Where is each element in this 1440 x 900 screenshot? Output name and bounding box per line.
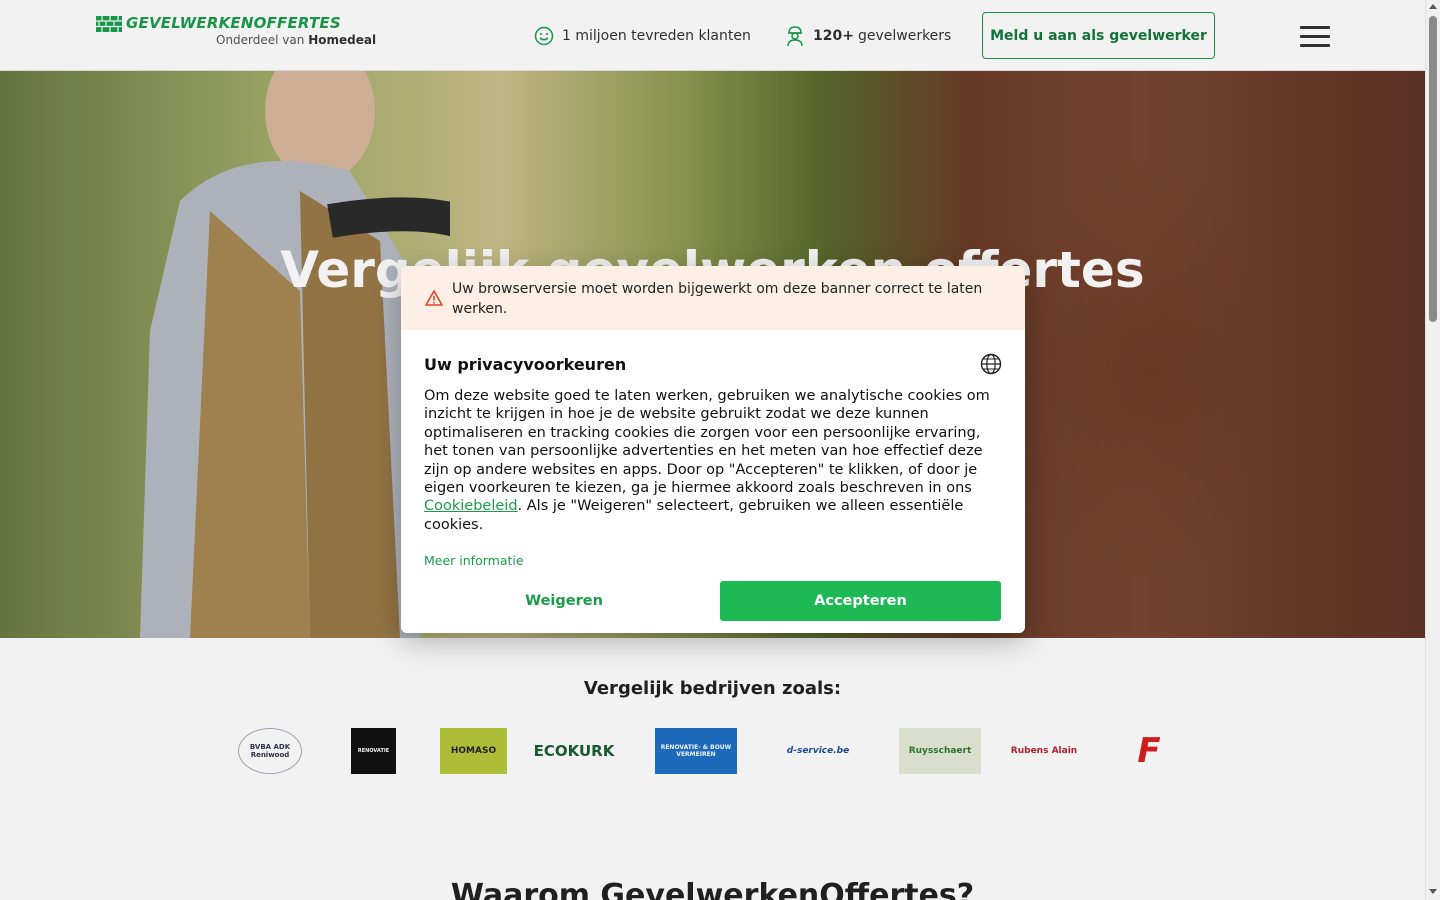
scroll-up-arrow-icon[interactable] — [1429, 4, 1437, 9]
privacy-title: Uw privacyvoorkeuren — [424, 355, 627, 374]
privacy-body: Om deze website goed te laten werken, ge… — [424, 387, 1004, 534]
cookie-policy-link[interactable]: Cookiebeleid — [424, 498, 518, 514]
scroll-down-arrow-icon[interactable] — [1429, 889, 1437, 894]
browser-warning-text: Uw browserversie moet worden bijgewerkt … — [452, 281, 983, 317]
more-info-link[interactable]: Meer informatie — [424, 553, 524, 568]
decline-button[interactable]: Weigeren — [424, 581, 704, 621]
browser-warning-banner: Uw browserversie moet worden bijgewerkt … — [401, 266, 1025, 330]
page-scrollbar[interactable] — [1425, 0, 1440, 900]
cookie-consent-modal: Uw browserversie moet worden bijgewerkt … — [401, 266, 1025, 633]
warning-triangle-icon — [425, 290, 443, 306]
privacy-body-text-1: Om deze website goed te laten werken, ge… — [424, 388, 990, 497]
language-globe-icon[interactable] — [980, 353, 1002, 375]
accept-button[interactable]: Accepteren — [720, 581, 1001, 621]
scroll-thumb[interactable] — [1429, 16, 1437, 322]
